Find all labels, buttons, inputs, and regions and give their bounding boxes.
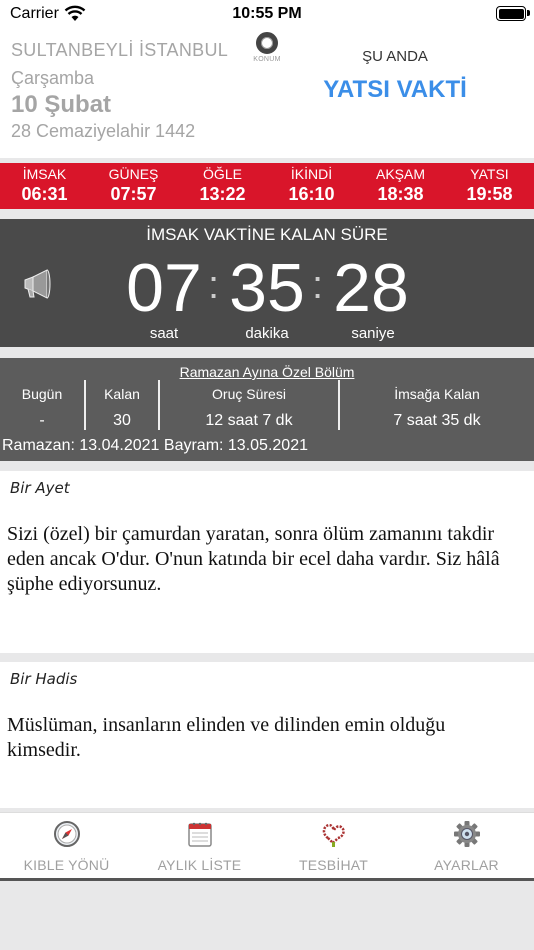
tab-tesbihat[interactable]: TESBİHAT (267, 813, 400, 879)
tab-aylik-liste[interactable]: AYLIK LİSTE (133, 813, 266, 879)
countdown-colon: : (312, 263, 324, 307)
location-ring-icon (256, 32, 278, 54)
calendar-icon (187, 822, 212, 847)
ramazan-col-bugun: Bugün - (0, 384, 84, 430)
konum-label: KONUM (253, 56, 281, 63)
ramazan-section: Ramazan Ayına Özel Bölüm Bugün - Kalan 3… (0, 358, 534, 461)
hadis-text: Müslüman, insanların elinden ve dilinden… (7, 714, 446, 761)
ayet-heading: Bir Ayet (10, 479, 70, 497)
prayer-time-yatsi: YATSI 19:58 (445, 163, 534, 209)
ramazan-col-kalan: Kalan 30 (86, 384, 158, 430)
prayer-time: 18:38 (377, 184, 424, 204)
ayet-card: Bir Ayet Sizi (özel) bir çamurdan yarata… (0, 471, 534, 653)
prayer-time-gunes: GÜNEŞ 07:57 (89, 163, 178, 209)
tab-label: AYLIK LİSTE (157, 857, 242, 873)
prayer-name: GÜNEŞ (108, 166, 159, 182)
tab-kible-yonu[interactable]: KIBLE YÖNÜ (0, 813, 133, 879)
hijri-date: 28 Cemaziyelahir 1442 (11, 121, 196, 141)
prayer-name: AKŞAM (375, 166, 425, 182)
compass-icon (53, 821, 80, 847)
prayer-time: 16:10 (288, 184, 335, 204)
minutes-label: dakika (245, 325, 289, 342)
prayer-time-imsak: İMSAK 06:31 (0, 163, 89, 209)
ramazan-col-oruc: Oruç Süresi 12 saat 7 dk (160, 384, 338, 430)
prayer-time: 13:22 (199, 184, 246, 204)
ramazan-col-imsaga-kalan: İmsağa Kalan 7 saat 35 dk (340, 384, 534, 430)
ramazan-bayram-dates: Ramazan: 13.04.2021 Bayram: 13.05.2021 (2, 437, 308, 454)
seconds-label: saniye (351, 325, 395, 342)
header: SULTANBEYLİ İSTANBUL Çarşamba 10 Şubat 2… (0, 30, 534, 158)
prayer-name: İKİNDİ (290, 166, 333, 182)
prayer-beads-icon (322, 823, 345, 847)
day-name: Çarşamba (11, 68, 95, 88)
ramazan-col-value: 7 saat 35 dk (393, 412, 481, 429)
now-label: ŞU ANDA (362, 48, 428, 65)
ramazan-col-header: İmsağa Kalan (394, 386, 480, 402)
current-vakit: YATSI VAKTİ (323, 76, 467, 103)
prayer-name: İMSAK (22, 166, 67, 182)
countdown-minutes: 35 (229, 250, 305, 326)
gear-icon (453, 821, 480, 847)
countdown-hours: 07 (126, 250, 202, 326)
prayer-time: 19:58 (466, 184, 513, 204)
countdown-colon: : (208, 263, 220, 307)
status-time: 10:55 PM (232, 5, 302, 22)
ramazan-col-header: Bugün (21, 386, 63, 402)
ayet-text: Sizi (özel) bir çamurdan yaratan, sonra … (7, 523, 500, 595)
prayer-name: YATSI (470, 166, 509, 182)
prayer-time-ogle: ÖĞLE 13:22 (178, 163, 267, 209)
countdown-title: İMSAK VAKTİNE KALAN SÜRE (146, 225, 388, 244)
bottom-divider (0, 878, 534, 881)
tab-label: AYARLAR (434, 857, 499, 873)
ramazan-col-header: Kalan (104, 386, 140, 402)
countdown-panel: İMSAK VAKTİNE KALAN SÜRE 07 : 35 : 28 sa… (0, 219, 534, 347)
ramazan-col-value: - (39, 412, 45, 429)
tab-bar: KIBLE YÖNÜ AYLIK LİSTE TESBİHAT AYARLAR (0, 812, 534, 878)
hadis-card: Bir Hadis Müslüman, insanların elinden v… (0, 662, 534, 808)
ramazan-col-value: 30 (113, 412, 131, 429)
prayer-name: ÖĞLE (203, 166, 242, 182)
konum-button[interactable]: KONUM (251, 32, 283, 63)
battery-icon (496, 6, 526, 21)
prayer-time-ikindi: İKİNDİ 16:10 (267, 163, 356, 209)
hadis-heading: Bir Hadis (10, 670, 78, 688)
speaker-icon[interactable] (22, 267, 54, 301)
prayer-time: 07:57 (110, 184, 157, 204)
prayer-time: 06:31 (21, 184, 68, 204)
prayer-time-aksam: AKŞAM 18:38 (356, 163, 445, 209)
status-bar: Carrier 10:55 PM (0, 0, 534, 30)
countdown-seconds: 28 (333, 250, 409, 326)
tab-ayarlar[interactable]: AYARLAR (400, 813, 533, 879)
prayer-times-bar: İMSAK 06:31 GÜNEŞ 07:57 ÖĞLE 13:22 İKİND… (0, 163, 534, 209)
ramazan-title-link[interactable]: Ramazan Ayına Özel Bölüm (0, 364, 534, 380)
ramazan-col-value: 12 saat 7 dk (205, 412, 293, 429)
location-label: SULTANBEYLİ İSTANBUL (11, 40, 229, 60)
ramazan-col-header: Oruç Süresi (212, 386, 286, 402)
tab-label: TESBİHAT (298, 857, 369, 873)
tab-label: KIBLE YÖNÜ (23, 857, 110, 873)
hours-label: saat (149, 325, 179, 342)
gregorian-date: 10 Şubat (11, 91, 112, 118)
